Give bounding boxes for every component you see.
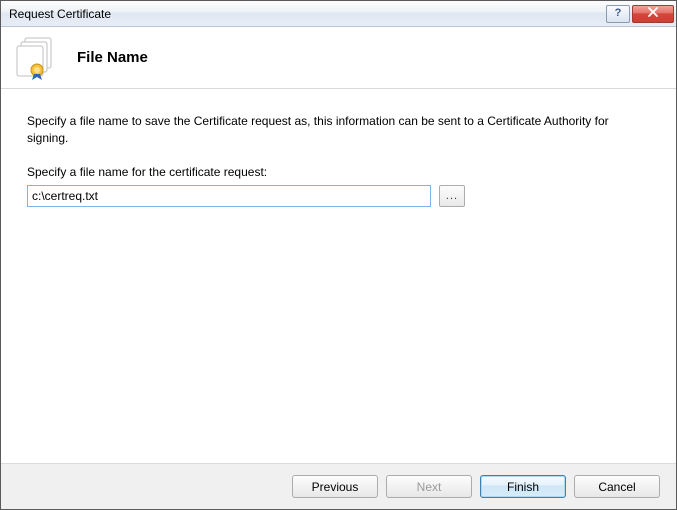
file-path-row: ... (27, 185, 650, 207)
cancel-label: Cancel (598, 480, 635, 494)
help-button[interactable]: ? (606, 5, 630, 23)
previous-label: Previous (312, 480, 359, 494)
page-title: File Name (77, 49, 148, 66)
instruction-text: Specify a file name to save the Certific… (27, 113, 647, 147)
file-path-input[interactable] (27, 185, 431, 207)
dialog-window: Request Certificate ? File Name (0, 0, 677, 510)
file-path-label: Specify a file name for the certificate … (27, 165, 650, 179)
wizard-footer: Previous Next Finish Cancel (1, 463, 676, 509)
previous-button[interactable]: Previous (292, 475, 378, 498)
wizard-header: File Name (1, 27, 676, 89)
next-label: Next (417, 480, 442, 494)
next-button: Next (386, 475, 472, 498)
titlebar: Request Certificate ? (1, 1, 676, 27)
browse-button[interactable]: ... (439, 185, 465, 207)
certificate-stack-icon (15, 36, 63, 80)
window-title: Request Certificate (9, 7, 604, 21)
cancel-button[interactable]: Cancel (574, 475, 660, 498)
wizard-content: Specify a file name to save the Certific… (1, 89, 676, 463)
close-button[interactable] (632, 5, 674, 23)
close-icon (647, 7, 659, 20)
help-icon: ? (615, 8, 622, 19)
browse-ellipsis-icon: ... (446, 190, 458, 202)
finish-button[interactable]: Finish (480, 475, 566, 498)
finish-label: Finish (507, 480, 539, 494)
